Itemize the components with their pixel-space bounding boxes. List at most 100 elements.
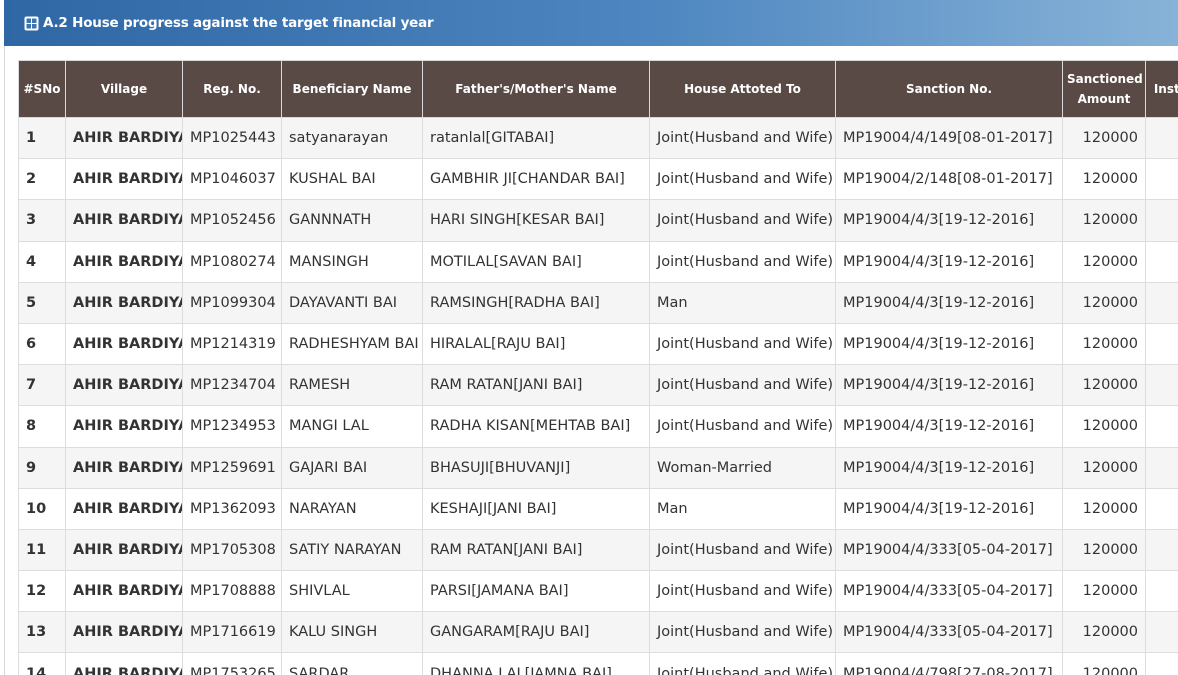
cell-sno: 2	[18, 158, 66, 201]
column-header-installment[interactable]: Insta F	[1145, 60, 1178, 118]
cell-house-allotted-to: Joint(Husband and Wife)	[649, 240, 836, 283]
cell-parent-name: MOTILAL[SAVAN BAI]	[422, 240, 650, 283]
cell-sanction-no: MP19004/4/3[19-12-2016]	[835, 281, 1063, 324]
cell-house-allotted-to: Man	[649, 281, 836, 324]
house-progress-table: #SNo Village Reg. No. Beneficiary Name F…	[18, 60, 1178, 675]
table-row[interactable]: 14 AHIR BARDIYA MP1753265 SARDAR DHANNA LAL[…	[18, 652, 1178, 675]
cell-sanction-no: MP19004/4/3[19-12-2016]	[835, 199, 1063, 242]
cell-sanction-no: MP19004/4/3[19-12-2016]	[835, 364, 1063, 407]
cell-installment	[1145, 364, 1178, 407]
cell-beneficiary-name: KALU SINGH	[281, 611, 423, 654]
cell-sanctioned-amount: 120000	[1062, 364, 1146, 407]
cell-house-allotted-to: Joint(Husband and Wife)	[649, 322, 836, 366]
cell-installment	[1145, 199, 1178, 242]
cell-sanctioned-amount: 120000	[1062, 199, 1146, 242]
cell-installment	[1145, 240, 1178, 283]
cell-village: AHIR BARDIYA	[65, 281, 183, 324]
cell-parent-name: HIRALAL[RAJU BAI]	[422, 322, 650, 366]
table-row[interactable]: 12 AHIR BARDIYA MP1708888 SHIVLAL PARSI[JAMA…	[18, 570, 1178, 613]
cell-parent-name: PARSI[JAMANA BAI]	[422, 570, 650, 613]
column-header-house-allotted-to[interactable]: House Attoted To	[649, 60, 836, 118]
cell-sno: 7	[18, 364, 66, 407]
cell-sanctioned-amount: 120000	[1062, 570, 1146, 613]
column-header-parent-name[interactable]: Father's/Mother's Name	[422, 60, 650, 118]
cell-village: AHIR BARDIYA	[65, 405, 183, 448]
cell-house-allotted-to: Joint(Husband and Wife)	[649, 528, 836, 572]
cell-house-allotted-to: Joint(Husband and Wife)	[649, 158, 836, 201]
cell-reg-no: MP1708888	[182, 570, 282, 613]
cell-sanctioned-amount: 120000	[1062, 322, 1146, 366]
table-header-row: #SNo Village Reg. No. Beneficiary Name F…	[18, 60, 1178, 118]
cell-village: AHIR BARDIYA	[65, 116, 183, 160]
table-row[interactable]: 8 AHIR BARDIYA MP1234953 MANGI LAL RADHA KIS…	[18, 405, 1178, 448]
cell-sno: 3	[18, 199, 66, 242]
cell-installment	[1145, 322, 1178, 366]
table-row[interactable]: 3 AHIR BARDIYA MP1052456 GANNNATH HARI SINGH…	[18, 199, 1178, 242]
cell-parent-name: RAM RATAN[JANI BAI]	[422, 528, 650, 572]
cell-village: AHIR BARDIYA	[65, 570, 183, 613]
cell-house-allotted-to: Man	[649, 487, 836, 530]
cell-beneficiary-name: MANGI LAL	[281, 405, 423, 448]
table-row[interactable]: 9 AHIR BARDIYA MP1259691 GAJARI BAI BHASUJI[…	[18, 446, 1178, 489]
table-row[interactable]: 11 AHIR BARDIYA MP1705308 SATIY NARAYAN RAM …	[18, 528, 1178, 572]
cell-installment	[1145, 116, 1178, 160]
cell-reg-no: MP1753265	[182, 652, 282, 675]
cell-reg-no: MP1259691	[182, 446, 282, 489]
cell-house-allotted-to: Joint(Husband and Wife)	[649, 116, 836, 160]
table-row[interactable]: 1 AHIR BARDIYA MP1025443 satyanarayan ratanl…	[18, 116, 1178, 160]
cell-beneficiary-name: KUSHAL BAI	[281, 158, 423, 201]
cell-village: AHIR BARDIYA	[65, 611, 183, 654]
house-progress-table-container[interactable]: #SNo Village Reg. No. Beneficiary Name F…	[18, 60, 1178, 675]
cell-house-allotted-to: Joint(Husband and Wife)	[649, 611, 836, 654]
cell-parent-name: GANGARAM[RAJU BAI]	[422, 611, 650, 654]
cell-village: AHIR BARDIYA	[65, 240, 183, 283]
cell-beneficiary-name: MANSINGH	[281, 240, 423, 283]
cell-house-allotted-to: Joint(Husband and Wife)	[649, 570, 836, 613]
cell-installment	[1145, 487, 1178, 530]
cell-village: AHIR BARDIYA	[65, 528, 183, 572]
cell-sanction-no: MP19004/4/333[05-04-2017]	[835, 570, 1063, 613]
cell-sanctioned-amount: 120000	[1062, 240, 1146, 283]
table-row[interactable]: 7 AHIR BARDIYA MP1234704 RAMESH RAM RATAN[JA…	[18, 364, 1178, 407]
cell-sanctioned-amount: 120000	[1062, 652, 1146, 675]
cell-sanction-no: MP19004/4/3[19-12-2016]	[835, 240, 1063, 283]
table-row[interactable]: 6 AHIR BARDIYA MP1214319 RADHESHYAM BAI HIRA…	[18, 322, 1178, 366]
table-row[interactable]: 2 AHIR BARDIYA MP1046037 KUSHAL BAI GAMBHIR …	[18, 158, 1178, 201]
cell-sno: 13	[18, 611, 66, 654]
cell-beneficiary-name: NARAYAN	[281, 487, 423, 530]
cell-sanctioned-amount: 120000	[1062, 528, 1146, 572]
cell-sno: 12	[18, 570, 66, 613]
column-header-beneficiary-name[interactable]: Beneficiary Name	[281, 60, 423, 118]
cell-installment	[1145, 528, 1178, 572]
cell-sanctioned-amount: 120000	[1062, 487, 1146, 530]
cell-sanction-no: MP19004/4/3[19-12-2016]	[835, 487, 1063, 530]
cell-village: AHIR BARDIYA	[65, 487, 183, 530]
cell-sno: 11	[18, 528, 66, 572]
cell-sanction-no: MP19004/4/333[05-04-2017]	[835, 528, 1063, 572]
cell-sanction-no: MP19004/4/798[27-08-2017]	[835, 652, 1063, 675]
cell-reg-no: MP1234704	[182, 364, 282, 407]
cell-parent-name: RADHA KISAN[MEHTAB BAI]	[422, 405, 650, 448]
panel-header: A.2 House progress against the target fi…	[4, 0, 1178, 46]
table-row[interactable]: 13 AHIR BARDIYA MP1716619 KALU SINGH GANGARA…	[18, 611, 1178, 654]
cell-beneficiary-name: GANNNATH	[281, 199, 423, 242]
table-grid-icon	[24, 16, 39, 31]
column-header-sanctioned-amount[interactable]: Sanctioned Amount	[1062, 60, 1146, 118]
cell-sno: 8	[18, 405, 66, 448]
table-row[interactable]: 5 AHIR BARDIYA MP1099304 DAYAVANTI BAI RAMSI…	[18, 281, 1178, 324]
cell-reg-no: MP1214319	[182, 322, 282, 366]
cell-sanctioned-amount: 120000	[1062, 611, 1146, 654]
cell-installment	[1145, 158, 1178, 201]
cell-village: AHIR BARDIYA	[65, 652, 183, 675]
cell-beneficiary-name: RAMESH	[281, 364, 423, 407]
column-header-sanction-no[interactable]: Sanction No.	[835, 60, 1063, 118]
column-header-sno[interactable]: #SNo	[18, 60, 66, 118]
column-header-reg-no[interactable]: Reg. No.	[182, 60, 282, 118]
table-row[interactable]: 4 AHIR BARDIYA MP1080274 MANSINGH MOTILAL[SA…	[18, 240, 1178, 283]
cell-house-allotted-to: Joint(Husband and Wife)	[649, 652, 836, 675]
table-row[interactable]: 10 AHIR BARDIYA MP1362093 NARAYAN KESHAJI[JA…	[18, 487, 1178, 530]
cell-parent-name: ratanlal[GITABAI]	[422, 116, 650, 160]
column-header-village[interactable]: Village	[65, 60, 183, 118]
cell-installment	[1145, 405, 1178, 448]
panel-title: A.2 House progress against the target fi…	[43, 15, 434, 31]
